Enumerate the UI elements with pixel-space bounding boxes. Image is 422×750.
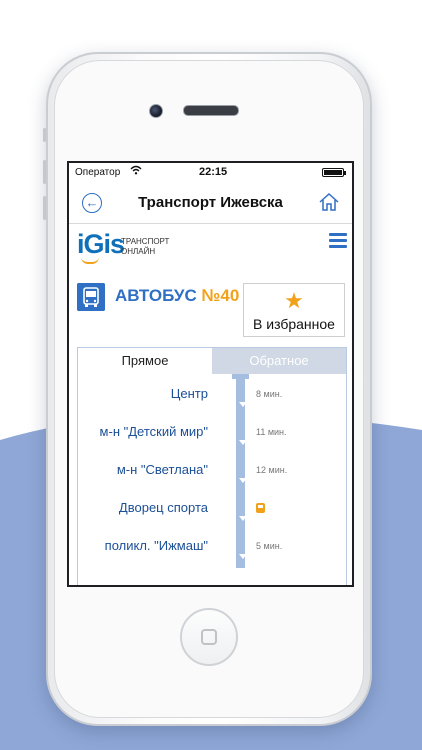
brand-header: iGis ТРАНСПОРТ ОНЛАЙН bbox=[77, 229, 347, 265]
stop-name: поликл. "Ижмаш" bbox=[104, 538, 208, 553]
bus-icon bbox=[77, 283, 105, 311]
page-title: Транспорт Ижевска bbox=[138, 194, 283, 211]
stop-name: м-н "Светлана" bbox=[116, 462, 208, 477]
favorites-label: В избранное bbox=[253, 316, 335, 332]
stop-marker bbox=[239, 478, 247, 483]
stop-row[interactable]: м-н "Светлана" 12 мин. bbox=[78, 462, 346, 483]
stop-eta: 5 мин. bbox=[256, 541, 283, 551]
hamburger-menu-icon[interactable] bbox=[329, 233, 347, 251]
app-screen: Оператор 22:15 ← Транспорт Ижевска iGis … bbox=[67, 161, 354, 587]
status-bar: Оператор 22:15 bbox=[69, 163, 352, 183]
home-icon[interactable] bbox=[318, 192, 340, 212]
brand-tagline: ТРАНСПОРТ ОНЛАЙН bbox=[121, 237, 170, 256]
stop-row[interactable]: поликл. "Ижмаш" 5 мин. bbox=[78, 538, 346, 559]
mute-switch bbox=[43, 128, 46, 142]
stop-marker bbox=[239, 516, 247, 521]
stop-marker bbox=[239, 440, 247, 445]
route-header: АВТОБУС №40 ★ В избранное bbox=[77, 281, 347, 341]
hardware-home-button bbox=[180, 608, 238, 666]
add-to-favorites-button[interactable]: ★ В избранное bbox=[243, 283, 345, 337]
clock: 22:15 bbox=[199, 166, 228, 178]
wifi-icon bbox=[130, 165, 142, 175]
stop-name: Центр bbox=[170, 386, 208, 401]
logo-smile bbox=[81, 257, 99, 264]
route-title: АВТОБУС №40 bbox=[115, 286, 240, 305]
stop-name: м-н "Детский мир" bbox=[99, 424, 208, 439]
tab-direct[interactable]: Прямое bbox=[78, 348, 212, 374]
carrier-name: Оператор bbox=[75, 167, 121, 178]
volume-down-button bbox=[43, 196, 46, 220]
route-panel: Прямое Обратное Центр 8 мин. м-н "Детски… bbox=[77, 347, 347, 585]
stop-row[interactable]: Центр 8 мин. bbox=[78, 386, 346, 407]
stop-eta: 11 мин. bbox=[256, 427, 287, 437]
stop-eta: 12 мин. bbox=[256, 465, 288, 475]
tab-reverse[interactable]: Обратное bbox=[212, 348, 346, 374]
stop-eta: 8 мин. bbox=[256, 389, 283, 399]
earpiece-speaker bbox=[183, 105, 239, 116]
front-camera bbox=[149, 104, 163, 118]
stop-marker bbox=[239, 402, 247, 407]
stop-row[interactable]: Дворец спорта bbox=[78, 500, 346, 521]
battery-icon bbox=[322, 168, 346, 177]
stop-row[interactable]: м-н "Детский мир" 11 мин. bbox=[78, 424, 346, 445]
igis-logo: iGis bbox=[77, 229, 125, 259]
stop-name: Дворец спорта bbox=[118, 500, 208, 515]
bus-position-icon bbox=[256, 503, 265, 513]
volume-up-button bbox=[43, 160, 46, 184]
star-icon: ★ bbox=[284, 288, 304, 313]
stop-marker bbox=[239, 554, 247, 559]
navigation-bar: ← Транспорт Ижевска bbox=[69, 183, 352, 224]
